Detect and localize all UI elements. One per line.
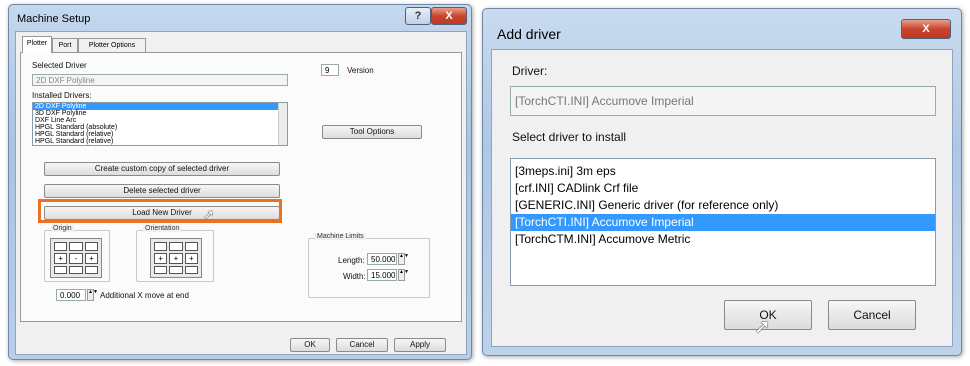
origin-cell[interactable] [54, 242, 68, 251]
add-driver-window: Add driver X Driver: [TorchCTI.INI] Accu… [482, 8, 962, 356]
machine-limits-label: Machine Limits [315, 233, 366, 240]
orientation-label: Orientation [143, 225, 182, 232]
orientation-cell[interactable] [169, 265, 183, 274]
close-button[interactable]: X [431, 7, 467, 25]
tool-options-button[interactable]: Tool Options [322, 125, 422, 139]
version-field[interactable]: 9 [321, 64, 339, 76]
width-label: Width: [343, 272, 366, 281]
selected-driver-field: 2D DXF Polyline [32, 74, 288, 86]
length-spinner[interactable]: ▲▼ [398, 253, 409, 265]
dialog-body: Driver: [TorchCTI.INI] Accumove Imperial… [491, 49, 953, 347]
ok-button[interactable]: OK [290, 338, 330, 352]
orientation-cell[interactable]: + [154, 252, 168, 264]
origin-cell[interactable]: + [84, 252, 98, 264]
list-item[interactable]: [3meps.ini] 3m eps [511, 163, 935, 180]
orientation-cell[interactable] [169, 242, 183, 251]
origin-cell[interactable] [54, 265, 68, 274]
x-move-spinner[interactable]: ▲▼ [87, 289, 98, 301]
load-driver-highlight [38, 199, 282, 223]
x-move-label: Additional X move at end [100, 291, 189, 300]
select-driver-label: Select driver to install [512, 130, 627, 144]
installed-drivers-label: Installed Drivers: [32, 91, 92, 100]
tab-plotter[interactable]: Plotter [22, 36, 52, 53]
list-item[interactable]: [TorchCTM.INI] Accumove Metric [511, 231, 935, 248]
tab-plotter-options[interactable]: Plotter Options [78, 38, 146, 52]
orientation-cell[interactable]: + [169, 252, 183, 264]
origin-cell[interactable] [84, 265, 98, 274]
apply-button[interactable]: Apply [394, 338, 446, 352]
list-item[interactable]: [GENERIC.INI] Generic driver (for refere… [511, 197, 935, 214]
orientation-cell[interactable] [154, 265, 168, 274]
window-title: Machine Setup [17, 13, 91, 25]
close-button[interactable]: X [901, 19, 951, 39]
origin-label: Origin [51, 225, 74, 232]
length-label: Length: [338, 256, 365, 265]
delete-driver-button[interactable]: Delete selected driver [44, 184, 280, 198]
x-move-field[interactable]: 0.000 [56, 289, 86, 301]
dialog-body: Plotter Port Plotter Options Selected Dr… [15, 31, 467, 355]
list-item[interactable]: HPGL Standard (absolute) [33, 124, 287, 131]
orientation-selector[interactable]: + + + [150, 238, 202, 278]
orientation-cell[interactable] [184, 265, 198, 274]
origin-cell[interactable] [69, 265, 83, 274]
help-button[interactable]: ? [405, 7, 431, 25]
machine-limits-group: Machine Limits [308, 233, 430, 298]
list-item[interactable]: HPGL Standard (relative) [33, 138, 287, 145]
driver-label: Driver: [512, 64, 548, 78]
list-item[interactable]: 3D DXF Polyline [33, 110, 287, 117]
origin-cell[interactable]: + [54, 252, 68, 264]
driver-field: [TorchCTI.INI] Accumove Imperial [510, 86, 936, 116]
origin-cell[interactable]: - [69, 252, 83, 264]
origin-cell[interactable] [69, 242, 83, 251]
length-field[interactable]: 50.000 [367, 253, 397, 265]
width-field[interactable]: 15.000 [367, 269, 397, 281]
list-item[interactable]: [crf.INI] CADlink Crf file [511, 180, 935, 197]
version-label: Version [347, 66, 374, 75]
list-item[interactable]: HPGL Standard (relative) [33, 131, 287, 138]
width-spinner[interactable]: ▲▼ [398, 269, 409, 281]
selected-driver-label: Selected Driver [32, 61, 87, 70]
cancel-button[interactable]: Cancel [828, 300, 916, 330]
mouse-cursor-icon: ➚ [754, 316, 771, 338]
window-title: Add driver [497, 26, 561, 42]
list-scrollbar[interactable] [278, 103, 287, 145]
installed-drivers-list[interactable]: 2D DXF Polyline 3D DXF Polyline DXF Line… [32, 102, 288, 146]
driver-list[interactable]: [3meps.ini] 3m eps [crf.INI] CADlink Crf… [510, 158, 936, 286]
origin-cell[interactable] [84, 242, 98, 251]
machine-setup-window: Machine Setup ? X Plotter Port Plotter O… [8, 4, 472, 360]
list-item[interactable]: [TorchCTI.INI] Accumove Imperial [511, 214, 935, 231]
cancel-button[interactable]: Cancel [336, 338, 388, 352]
create-custom-driver-button[interactable]: Create custom copy of selected driver [44, 162, 280, 176]
orientation-cell[interactable]: + [184, 252, 198, 264]
tab-port[interactable]: Port [52, 38, 78, 52]
list-item[interactable]: DXF Line Arc [33, 117, 287, 124]
list-item[interactable]: 2D DXF Polyline [33, 103, 287, 110]
orientation-cell[interactable] [154, 242, 168, 251]
orientation-cell[interactable] [184, 242, 198, 251]
origin-selector[interactable]: + - + [50, 238, 102, 278]
